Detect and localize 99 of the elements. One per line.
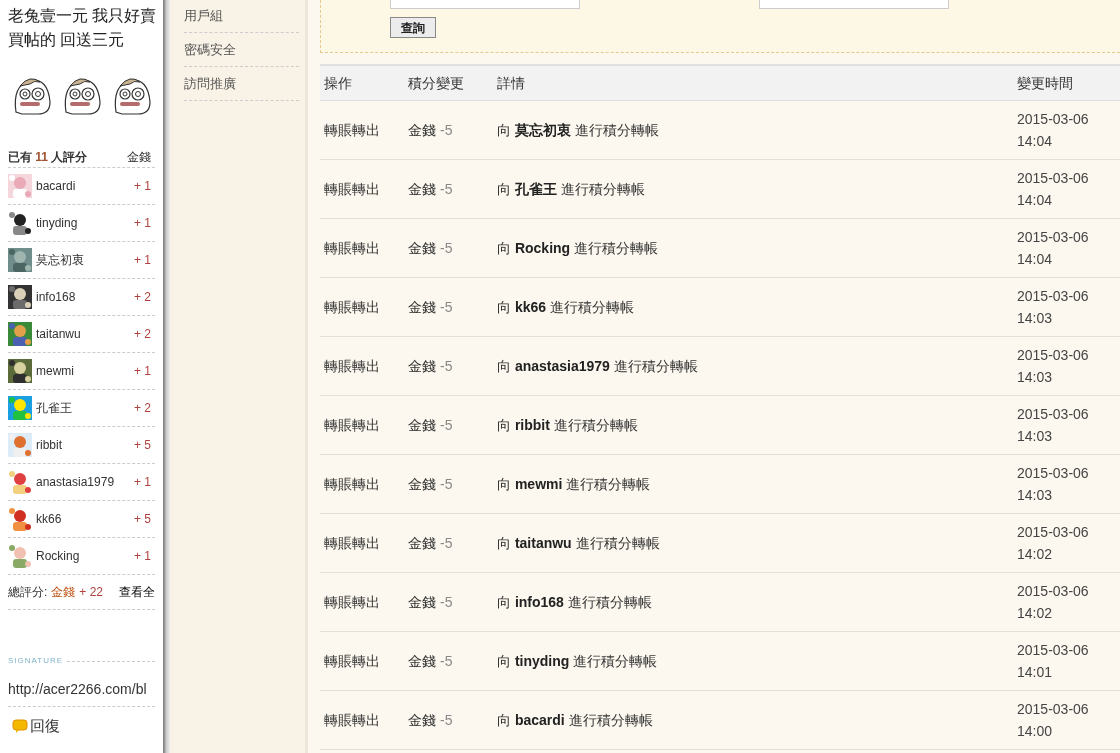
table-cell: 轉賬轉出 bbox=[324, 652, 380, 669]
total-value: + 22 bbox=[79, 584, 104, 601]
currency-label: 金錢 bbox=[408, 238, 436, 258]
change-value: -5 bbox=[440, 238, 453, 258]
user-name[interactable]: 莫忘初衷 bbox=[36, 251, 134, 269]
currency-label: 金錢 bbox=[408, 415, 436, 435]
total-currency: 金錢 bbox=[51, 584, 76, 601]
table-cell-text: 2015-03-06 14:00 bbox=[1017, 700, 1090, 741]
table-cell: 向 info168 進行積分轉帳 bbox=[497, 593, 652, 610]
rating-heading: 已有 11 人評分 bbox=[8, 148, 88, 166]
table-cell: 轉賬轉出 bbox=[324, 180, 380, 197]
change-value: -5 bbox=[440, 474, 453, 494]
text-field[interactable] bbox=[390, 0, 580, 9]
reply-button[interactable]: 回復 bbox=[12, 715, 155, 738]
speech-bubble-icon bbox=[12, 719, 28, 734]
currency-label: 金錢 bbox=[408, 710, 436, 730]
user-name[interactable]: mewmi bbox=[36, 362, 134, 380]
table-cell: 向 anastasia1979 進行積分轉帳 bbox=[497, 357, 698, 374]
rating-score: + 2 bbox=[134, 289, 151, 306]
table-cell: 轉賬轉出 bbox=[324, 239, 380, 256]
change-value: -5 bbox=[440, 356, 453, 376]
table-cell-text: 2015-03-06 14:02 bbox=[1017, 523, 1090, 564]
table-cell: 向 bacardi 進行積分轉帳 bbox=[497, 711, 653, 728]
rating-score: + 2 bbox=[134, 400, 151, 417]
column-header: 操作 bbox=[323, 73, 353, 93]
sidebar-item[interactable]: 密碼安全 bbox=[184, 33, 299, 67]
table-cell: 轉賬轉出 bbox=[324, 711, 380, 728]
table-cell: 向 Rocking 進行積分轉帳 bbox=[497, 239, 658, 256]
currency-label: 金錢 bbox=[408, 356, 436, 376]
text-field[interactable] bbox=[759, 0, 949, 9]
user-name[interactable]: ribbit bbox=[36, 436, 134, 454]
user-name[interactable]: taitanwu bbox=[36, 325, 134, 343]
table-cell: 轉賬轉出 bbox=[324, 534, 380, 551]
table-cell: 轉賬轉出 bbox=[324, 121, 380, 138]
post-text: 老兔壹一元 我只好賣 bbox=[8, 6, 155, 26]
user-name[interactable]: info168 bbox=[36, 288, 134, 306]
rating-score: + 1 bbox=[134, 363, 151, 380]
rating-score: + 1 bbox=[134, 215, 151, 232]
table-cell-text: 2015-03-06 14:03 bbox=[1017, 287, 1090, 328]
table-cell: 向 mewmi 進行積分轉帳 bbox=[497, 475, 651, 492]
table-cell: 向 tinyding 進行積分轉帳 bbox=[497, 652, 658, 669]
rating-score: + 1 bbox=[134, 178, 151, 195]
table-cell: 向 孔雀王 進行積分轉帳 bbox=[497, 180, 645, 197]
rating-score: + 5 bbox=[134, 437, 151, 454]
change-value: -5 bbox=[440, 297, 453, 317]
rating-score: + 5 bbox=[134, 511, 151, 528]
currency-label: 金錢 bbox=[408, 120, 436, 140]
change-value: -5 bbox=[440, 710, 453, 730]
table-cell: 向 kk66 進行積分轉帳 bbox=[497, 298, 634, 315]
column-header: 詳情 bbox=[497, 73, 526, 93]
table-cell-text: 2015-03-06 14:04 bbox=[1017, 110, 1090, 151]
user-name[interactable]: 孔雀王 bbox=[36, 399, 134, 417]
table-cell-text: 2015-03-06 14:04 bbox=[1017, 169, 1090, 210]
table-cell: 向 莫忘初衷 進行積分轉帳 bbox=[497, 121, 659, 138]
column-header: 變更時間 bbox=[1017, 73, 1074, 93]
change-value: -5 bbox=[440, 592, 453, 612]
user-name[interactable]: Rocking bbox=[36, 547, 134, 565]
table-cell-text: 2015-03-06 14:03 bbox=[1017, 464, 1090, 505]
change-value: -5 bbox=[440, 651, 453, 671]
view-all-link[interactable]: 查看全 bbox=[119, 583, 156, 601]
signature-label: SIGNATURE bbox=[8, 655, 64, 667]
sidebar-item[interactable]: 訪問推廣 bbox=[184, 67, 299, 101]
table-cell: 轉賬轉出 bbox=[324, 298, 380, 315]
column-header: 積分變更 bbox=[408, 73, 465, 93]
table-cell-text: 2015-03-06 14:03 bbox=[1017, 346, 1090, 387]
table-cell: 向 taitanwu 進行積分轉帳 bbox=[497, 534, 660, 551]
signature-link[interactable]: http://acer2266.com/bl bbox=[8, 679, 155, 707]
query-button[interactable]: 查詢 bbox=[390, 17, 436, 38]
user-name[interactable]: bacardi bbox=[36, 177, 134, 195]
table-cell-text: 2015-03-06 14:04 bbox=[1017, 228, 1090, 269]
column-heading: 金錢 bbox=[127, 148, 151, 166]
currency-label: 金錢 bbox=[408, 533, 436, 553]
table-cell-text: 2015-03-06 14:02 bbox=[1017, 582, 1090, 623]
user-name[interactable]: tinyding bbox=[36, 214, 134, 232]
user-name[interactable]: kk66 bbox=[36, 510, 134, 528]
rating-score: + 1 bbox=[134, 548, 151, 565]
table-cell: 轉賬轉出 bbox=[324, 416, 380, 433]
table-cell-text: 2015-03-06 14:03 bbox=[1017, 405, 1090, 446]
table-cell: 轉賬轉出 bbox=[324, 357, 380, 374]
post-text: 買帖的 回送三元 bbox=[8, 30, 126, 50]
currency-label: 金錢 bbox=[408, 592, 436, 612]
table-cell-text: 2015-03-06 14:01 bbox=[1017, 641, 1090, 682]
table-cell: 向 ribbit 進行積分轉帳 bbox=[497, 416, 638, 433]
currency-label: 金錢 bbox=[408, 651, 436, 671]
table-cell: 轉賬轉出 bbox=[324, 593, 380, 610]
table-cell: 轉賬轉出 bbox=[324, 475, 380, 492]
rating-score: + 1 bbox=[134, 474, 151, 491]
change-value: -5 bbox=[440, 533, 453, 553]
change-value: -5 bbox=[440, 120, 453, 140]
change-value: -5 bbox=[440, 415, 453, 435]
currency-label: 金錢 bbox=[408, 179, 436, 199]
user-name[interactable]: anastasia1979 bbox=[36, 473, 134, 491]
rating-score: + 1 bbox=[134, 252, 151, 269]
total-label: 總評分: bbox=[8, 584, 48, 601]
currency-label: 金錢 bbox=[408, 297, 436, 317]
sidebar-item[interactable]: 用戶組 bbox=[184, 0, 299, 33]
rating-score: + 2 bbox=[134, 326, 151, 343]
currency-label: 金錢 bbox=[408, 474, 436, 494]
change-value: -5 bbox=[440, 179, 453, 199]
